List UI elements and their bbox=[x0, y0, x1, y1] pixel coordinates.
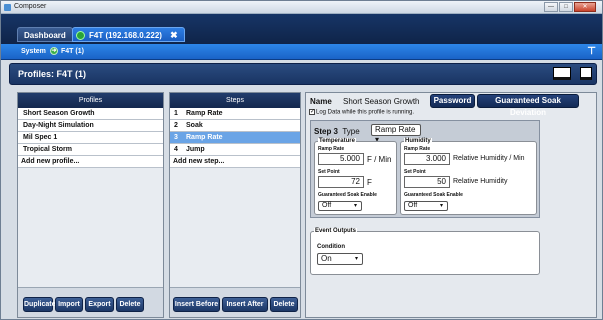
step-number: 2 bbox=[174, 122, 178, 129]
delete-step-button[interactable]: Delete bbox=[270, 297, 298, 312]
name-row: Name Short Season Growth Password Guaran… bbox=[306, 93, 596, 117]
hum-ramp-rate-label: Ramp Rate bbox=[404, 146, 431, 152]
step-editor: Step 3 Type Ramp Rate ▾ Temperature Ramp… bbox=[310, 120, 540, 218]
profiles-heading: Profiles bbox=[18, 93, 163, 108]
profile-item[interactable]: Mil Spec 1 bbox=[18, 132, 163, 144]
profiles-panel: Profiles Short Season Growth Day-Night S… bbox=[17, 92, 164, 318]
condition-label: Condition bbox=[317, 244, 345, 250]
type-label: Type bbox=[342, 127, 360, 136]
title-bar: Composer — □ ✕ bbox=[1, 1, 602, 14]
maximize-button[interactable]: □ bbox=[559, 2, 573, 12]
chevron-down-icon: ▾ bbox=[353, 203, 357, 209]
tab-f4t-label: F4T (192.168.0.222) bbox=[89, 31, 162, 40]
tab-bar: Dashboard F4T (192.168.0.222) ✖ bbox=[1, 14, 602, 44]
profile-item[interactable]: Day-Night Simulation bbox=[18, 120, 163, 132]
profile-item[interactable]: Short Season Growth bbox=[18, 108, 163, 120]
step-item[interactable]: 1 Ramp Rate bbox=[170, 108, 300, 120]
temp-ramp-rate-unit: F / Min bbox=[367, 155, 392, 164]
steps-toolbar: Insert Before Insert After Delete bbox=[170, 287, 300, 317]
temp-ramp-rate-input[interactable]: 5.000 bbox=[318, 153, 364, 165]
log-data-row: ✓Log Data while this profile is running. bbox=[309, 109, 414, 116]
arrow-right-icon: ➜ bbox=[50, 47, 58, 55]
event-outputs-title: Event Outputs bbox=[314, 228, 358, 234]
step-label: Ramp Rate bbox=[186, 134, 223, 141]
nav-device-link[interactable]: F4T (1) bbox=[61, 48, 84, 55]
step-label: Ramp Rate bbox=[186, 110, 223, 117]
nav-system-link[interactable]: System bbox=[21, 48, 46, 55]
profiles-header: Profiles: F4T (1) bbox=[9, 63, 597, 85]
add-new-step[interactable]: Add new step... bbox=[170, 156, 300, 168]
minimize-button[interactable]: — bbox=[544, 2, 558, 12]
step-item[interactable]: 4 Jump bbox=[170, 144, 300, 156]
insert-before-button[interactable]: Insert Before bbox=[173, 297, 220, 312]
event-outputs-group: Event Outputs Condition On ▾ bbox=[310, 228, 540, 275]
export-button[interactable]: Export bbox=[85, 297, 114, 312]
duplicate-button[interactable]: Duplicate bbox=[23, 297, 56, 312]
step-label: Soak bbox=[186, 122, 203, 129]
hum-set-point-unit: Relative Humidity bbox=[453, 178, 508, 185]
hum-ramp-rate-input[interactable]: 3.000 bbox=[404, 153, 450, 165]
humidity-group: Humidity Ramp Rate 3.000 Relative Humidi… bbox=[400, 138, 537, 215]
hum-set-point-input[interactable]: 50 bbox=[404, 176, 450, 188]
page-title: Profiles: F4T (1) bbox=[18, 69, 87, 79]
network-icon[interactable]: ⊤ bbox=[587, 46, 596, 57]
tab-f4t[interactable]: F4T (192.168.0.222) ✖ bbox=[72, 27, 185, 42]
password-button[interactable]: Password bbox=[430, 94, 475, 108]
sub-navigation: System ➜ F4T (1) ⊤ bbox=[1, 44, 602, 60]
chevron-down-icon: ▾ bbox=[354, 256, 358, 262]
step-type-dropdown[interactable]: Ramp Rate ▾ bbox=[371, 124, 421, 144]
app-window: Composer — □ ✕ Dashboard F4T (192.168.0.… bbox=[0, 0, 603, 320]
window-title: Composer bbox=[14, 3, 47, 10]
step-title: Step 3 Type bbox=[314, 127, 360, 136]
step-type-value: Ramp Rate bbox=[375, 125, 416, 134]
temp-set-point-unit: F bbox=[367, 178, 372, 187]
tab-dashboard[interactable]: Dashboard bbox=[17, 27, 73, 42]
hum-ramp-rate-unit: Relative Humidity / Min bbox=[453, 155, 525, 162]
log-data-label: Log Data while this profile is running. bbox=[316, 109, 415, 116]
condition-value: On bbox=[321, 254, 332, 263]
profile-name-field[interactable]: Short Season Growth bbox=[343, 97, 419, 106]
humidity-title: Humidity bbox=[404, 138, 432, 144]
step-label: Jump bbox=[186, 146, 205, 153]
temp-gse-dropdown[interactable]: Off ▾ bbox=[318, 201, 362, 211]
tab-close-icon[interactable]: ✖ bbox=[170, 30, 178, 40]
temp-ramp-rate-label: Ramp Rate bbox=[318, 146, 345, 152]
name-label: Name bbox=[310, 97, 332, 106]
close-button[interactable]: ✕ bbox=[574, 2, 596, 12]
app-icon bbox=[4, 4, 11, 11]
import-button[interactable]: Import bbox=[55, 297, 83, 312]
temp-set-point-input[interactable]: 72 bbox=[318, 176, 364, 188]
device-status-icon bbox=[76, 31, 85, 40]
tab-dashboard-label: Dashboard bbox=[24, 31, 66, 40]
guaranteed-soak-deviation-button[interactable]: Guaranteed Soak Deviation bbox=[477, 94, 579, 117]
hum-gse-label: Guaranteed Soak Enable bbox=[404, 192, 463, 198]
profile-detail-panel: Name Short Season Growth Password Guaran… bbox=[305, 92, 597, 318]
log-data-checkbox[interactable]: ✓ bbox=[309, 109, 315, 115]
single-view-icon[interactable] bbox=[553, 67, 571, 80]
delete-profile-button[interactable]: Delete bbox=[116, 297, 144, 312]
hum-gse-dropdown[interactable]: Off ▾ bbox=[404, 201, 448, 211]
insert-after-button[interactable]: Insert After bbox=[222, 297, 268, 312]
hum-gse-value: Off bbox=[408, 202, 418, 209]
step-item-selected[interactable]: 3 Ramp Rate bbox=[170, 132, 300, 144]
steps-panel: Steps 1 Ramp Rate 2 Soak 3 Ramp Rate 4 Jump … bbox=[169, 92, 301, 318]
step-number: 4 bbox=[174, 146, 178, 153]
chevron-down-icon: ▾ bbox=[439, 203, 443, 209]
step-item[interactable]: 2 Soak bbox=[170, 120, 300, 132]
step-number: 1 bbox=[174, 110, 178, 117]
step-number: 3 bbox=[174, 134, 178, 141]
profiles-toolbar: Duplicate Import Export Delete bbox=[18, 287, 163, 317]
split-view-icon[interactable] bbox=[580, 67, 592, 80]
steps-heading: Steps bbox=[170, 93, 300, 108]
profile-item[interactable]: Tropical Storm bbox=[18, 144, 163, 156]
step-number-label: Step 3 bbox=[314, 127, 339, 136]
temperature-group: Temperature Ramp Rate 5.000 F / Min Set … bbox=[314, 138, 397, 215]
temp-gse-value: Off bbox=[322, 202, 332, 209]
temp-gse-label: Guaranteed Soak Enable bbox=[318, 192, 377, 198]
hum-set-point-label: Set Point bbox=[404, 169, 426, 175]
condition-dropdown[interactable]: On ▾ bbox=[317, 253, 363, 265]
temperature-title: Temperature bbox=[318, 138, 356, 144]
add-new-profile[interactable]: Add new profile... bbox=[18, 156, 163, 168]
temp-set-point-label: Set Point bbox=[318, 169, 340, 175]
